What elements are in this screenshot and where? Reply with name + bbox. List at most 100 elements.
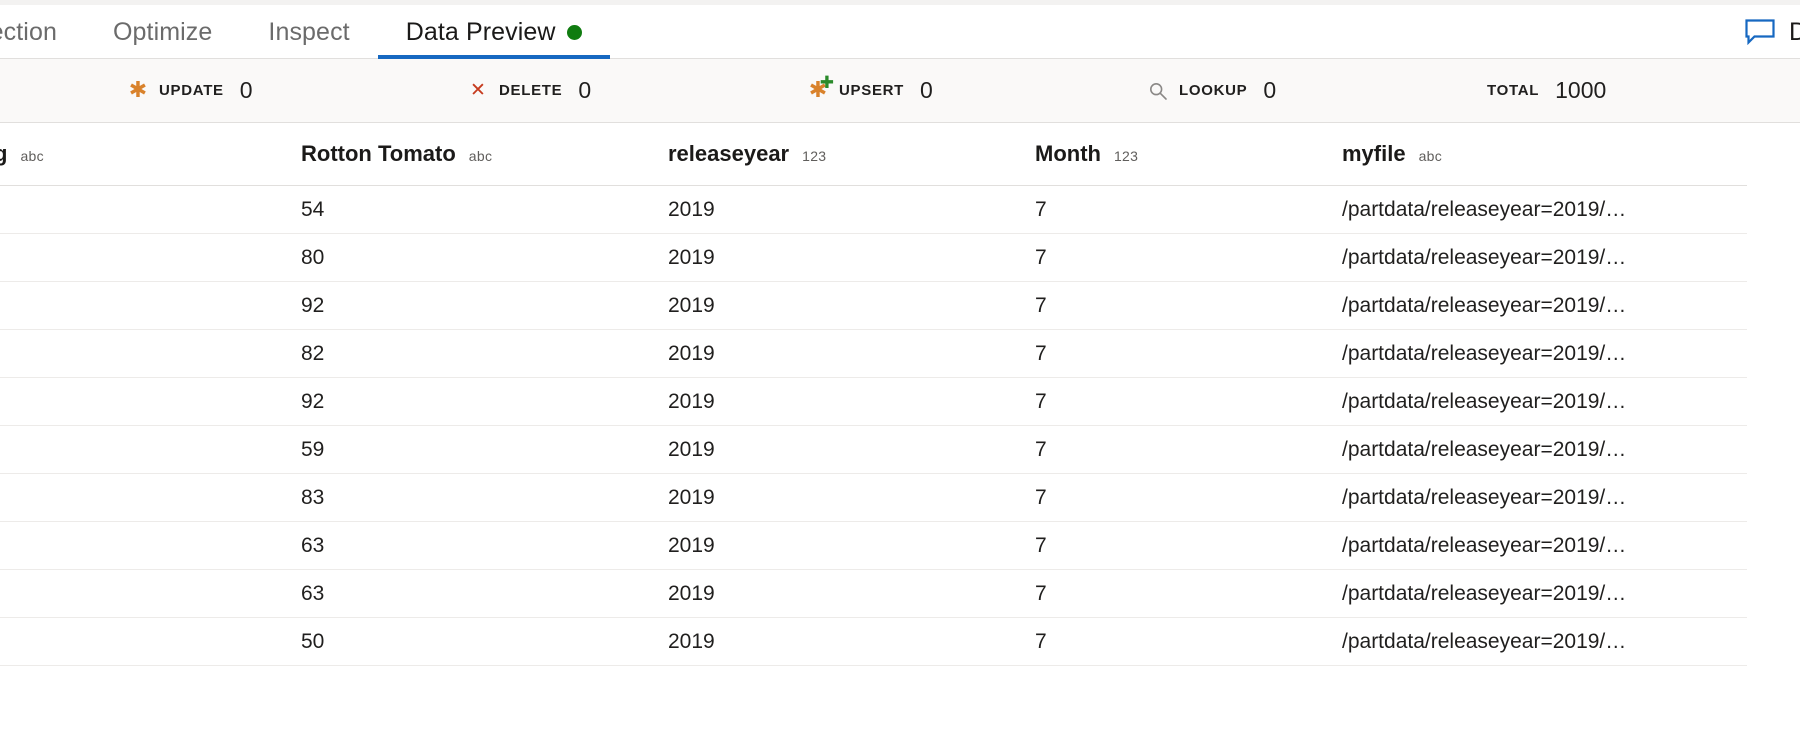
table-row[interactable]: 78020197/partdata/releaseyear=2019/… (0, 233, 1747, 282)
table-row[interactable]: 69220197/partdata/releaseyear=2019/… (0, 281, 1747, 330)
data-grid-container[interactable]: RatingabcRotton Tomatoabcreleaseyear123M… (0, 123, 1800, 751)
comment-icon (1745, 19, 1775, 45)
column-header-inner: Rating abc (0, 141, 299, 167)
asterisk-plus-icon: ✱ ✚ (808, 72, 834, 103)
tab-inspect[interactable]: Inspect (240, 5, 377, 59)
cell-releaseyear: 2019 (666, 521, 1033, 570)
table-row[interactable]: 26320197/partdata/releaseyear=2019/… (0, 521, 1747, 570)
asterisk-icon: ✱ (128, 77, 148, 103)
search-icon (1147, 80, 1169, 102)
status-dot-icon (566, 24, 582, 40)
column-header-inner: releaseyear 123 (668, 141, 1033, 167)
cell-rating: 3 (0, 473, 299, 522)
cell-myfile: /partdata/releaseyear=2019/… (1340, 281, 1747, 330)
column-type-badge: abc (20, 148, 44, 164)
description-label: Descript (1789, 17, 1800, 46)
column-header-myfile[interactable]: myfile abc (1340, 123, 1747, 186)
tab-list: jection Optimize Inspect Data Preview (0, 5, 610, 59)
cell-myfile: /partdata/releaseyear=2019/… (1340, 185, 1747, 234)
stat-upsert: ✱ ✚ UPSERT 0 (805, 59, 1145, 122)
column-type-badge: 123 (802, 148, 827, 164)
stat-label: LOOKUP (1179, 82, 1248, 99)
column-type-badge: abc (468, 148, 493, 164)
stat-insert: INSERT00 (0, 59, 125, 122)
cell-rating: 2 (0, 521, 299, 570)
column-header-rating[interactable]: Rating abc (0, 123, 299, 186)
table-body: 15420197/partdata/releaseyear=2019/…7802… (0, 185, 1747, 666)
stat-label: UPDATE (159, 82, 224, 99)
stat-delete: ✕ DELETE 0 (465, 59, 805, 122)
column-header-rotton-tomato[interactable]: Rotton Tomato abc (299, 123, 666, 186)
cell-month: 7 (1033, 377, 1340, 426)
table-row[interactable]: 99220197/partdata/releaseyear=2019/… (0, 377, 1747, 426)
cell-myfile: /partdata/releaseyear=2019/… (1340, 569, 1747, 618)
table-row[interactable]: 15420197/partdata/releaseyear=2019/… (0, 185, 1747, 234)
cell-rating: 4 (0, 569, 299, 618)
stat-lookup: LOOKUP 0 (1145, 59, 1485, 122)
cell-releaseyear: 2019 (666, 329, 1033, 378)
table-header-row: RatingabcRotton Tomato abc releaseyear 123 M… (0, 123, 1747, 186)
stat-update: ✱ UPDATE 0 (125, 59, 465, 122)
row-stats-bar: INSERT00✱ UPDATE 0 ✕ DELETE 0 ✱✚ UPSERT 0 LOOKUP 0… (0, 59, 1800, 123)
table-row[interactable]: 46320197/partdata/releaseyear=2019/… (0, 569, 1747, 618)
cell-myfile: /partdata/releaseyear=2019/… (1340, 473, 1747, 522)
stat-value: 0 (1263, 77, 1277, 103)
cell-myfile: /partdata/releaseyear=2019/… (1340, 521, 1747, 570)
column-header-inner: Month 123 (1035, 141, 1340, 167)
stat-value: 0 (578, 77, 592, 103)
cell-releaseyear: 2019 (666, 377, 1033, 426)
stats-list: INSERT00✱ UPDATE 0 ✕ DELETE 0 ✱✚ UPSERT 0 LOOKUP 0… (0, 59, 1800, 122)
cell-tomato: 54 (299, 185, 666, 234)
stat-value: 0 (239, 77, 253, 103)
tab-bar: jection Optimize Inspect Data Preview Descr… (0, 5, 1800, 59)
cell-myfile: /partdata/releaseyear=2019/… (1340, 617, 1747, 666)
column-header-month[interactable]: Month 123 (1033, 123, 1340, 186)
table-row[interactable]: 48220197/partdata/releaseyear=2019/… (0, 329, 1747, 378)
stat-label: TOTAL (1487, 82, 1540, 99)
cell-tomato: 63 (299, 569, 666, 618)
cell-month: 7 (1033, 473, 1340, 522)
cell-rating: 4 (0, 329, 299, 378)
x-icon: ✕ (470, 79, 486, 101)
cell-tomato: 83 (299, 473, 666, 522)
cell-month: 7 (1033, 329, 1340, 378)
column-header-inner: Rotton Tomato abc (301, 141, 666, 167)
column-header-inner: myfile abc (1342, 141, 1747, 167)
cell-tomato: 92 (299, 377, 666, 426)
cell-myfile: /partdata/releaseyear=2019/… (1340, 329, 1747, 378)
column-title: releaseyear (668, 141, 790, 166)
cell-myfile: /partdata/releaseyear=2019/… (1340, 377, 1747, 426)
cell-rating: 1 (0, 185, 299, 234)
cell-myfile: /partdata/releaseyear=2019/… (1340, 233, 1747, 282)
tab-data-preview[interactable]: Data Preview (377, 5, 610, 59)
tab-optimize[interactable]: Optimize (85, 5, 240, 59)
cell-tomato: 80 (299, 233, 666, 282)
cell-releaseyear: 2019 (666, 617, 1033, 666)
column-header-releaseyear[interactable]: releaseyear 123 (666, 123, 1033, 186)
cell-tomato: 63 (299, 521, 666, 570)
column-title: Rotton Tomato (301, 141, 456, 166)
table-row[interactable]: 45920197/partdata/releaseyear=2019/… (0, 425, 1747, 474)
cell-myfile: /partdata/releaseyear=2019/… (1340, 425, 1747, 474)
cell-rating: 4 (0, 425, 299, 474)
description-button[interactable]: Descript (1745, 5, 1800, 59)
table-header: RatingabcRotton Tomato abc releaseyear 123 M… (0, 123, 1747, 186)
cell-month: 7 (1033, 617, 1340, 666)
tab-label: jection (0, 17, 57, 46)
table-row[interactable]: 85020197/partdata/releaseyear=2019/… (0, 617, 1747, 666)
stat-value: 1000 (1555, 77, 1607, 103)
cell-month: 7 (1033, 425, 1340, 474)
cell-month: 7 (1033, 569, 1340, 618)
data-preview-panel: jection Optimize Inspect Data Preview Descr… (0, 0, 1800, 751)
cell-releaseyear: 2019 (666, 425, 1033, 474)
cell-releaseyear: 2019 (666, 281, 1033, 330)
table-row[interactable]: 38320197/partdata/releaseyear=2019/… (0, 473, 1747, 522)
column-title: myfile (1342, 141, 1406, 166)
data-preview-table: RatingabcRotton Tomatoabcreleaseyear123M… (0, 123, 1747, 666)
cell-releaseyear: 2019 (666, 569, 1033, 618)
cell-month: 7 (1033, 281, 1340, 330)
stat-total: TOTAL 1000 (1485, 59, 1800, 122)
column-type-badge: abc (1418, 148, 1443, 164)
tab-jection[interactable]: jection (0, 5, 85, 59)
cell-rating: 8 (0, 617, 299, 666)
